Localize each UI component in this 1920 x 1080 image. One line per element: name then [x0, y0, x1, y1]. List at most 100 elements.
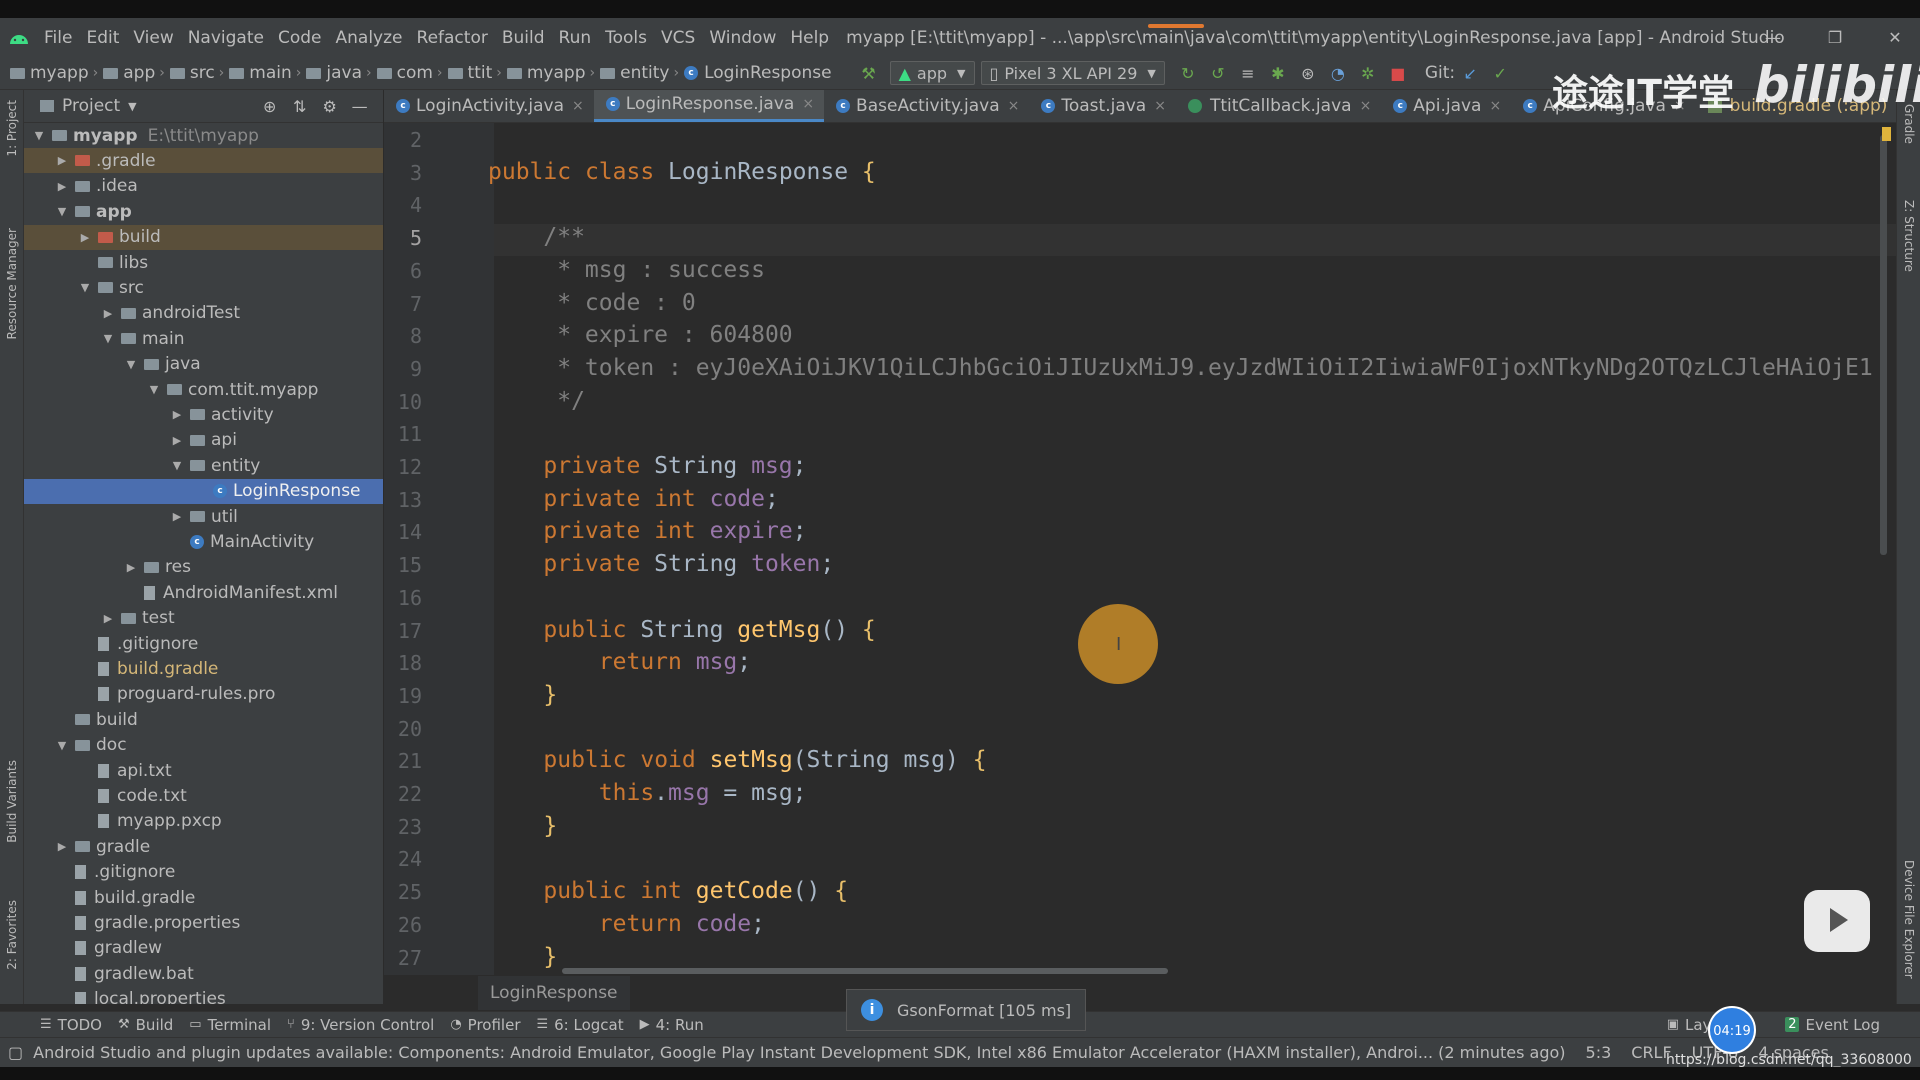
tree-item-entity[interactable]: ▼ entity: [24, 453, 383, 478]
menu-analyze[interactable]: Analyze: [329, 28, 410, 48]
tool-window-favorites[interactable]: 2: Favorites: [5, 900, 19, 970]
breadcrumb-main[interactable]: main ›: [229, 63, 306, 83]
tree-item-androidmanifest-xml[interactable]: AndroidManifest.xml: [24, 580, 383, 605]
code-line[interactable]: this.msg = msg;: [488, 777, 807, 809]
tree-item-myapp[interactable]: ▼ myapp E:\ttit\myapp: [24, 123, 383, 148]
menu-file[interactable]: File: [37, 28, 79, 48]
breadcrumb-myapp[interactable]: myapp ›: [506, 63, 600, 83]
expanded-arrow-icon[interactable]: ▼: [147, 383, 161, 396]
menu-window[interactable]: Window: [702, 28, 783, 48]
collapsed-arrow-icon[interactable]: ▶: [78, 231, 92, 244]
tree-item-mainactivity[interactable]: c MainActivity: [24, 529, 383, 554]
breadcrumb-loginresponse[interactable]: c LoginResponse: [684, 63, 832, 83]
tree-item-main[interactable]: ▼ main: [24, 326, 383, 351]
event-log-button[interactable]: 2 Event Log: [1785, 1016, 1880, 1034]
code-line[interactable]: public int getCode() {: [488, 875, 848, 907]
tree-item-libs[interactable]: libs: [24, 250, 383, 275]
expanded-arrow-icon[interactable]: ▼: [55, 205, 69, 218]
run-config-select[interactable]: ▲ app ▼: [889, 61, 975, 85]
breadcrumb-ttit[interactable]: ttit ›: [447, 63, 507, 83]
tab-loginresponse-java[interactable]: c LoginResponse.java ×: [593, 90, 825, 122]
code-line[interactable]: public String getMsg() {: [488, 614, 875, 646]
locate-icon[interactable]: ⊕: [255, 93, 285, 119]
menu-tools[interactable]: Tools: [598, 28, 654, 48]
tree-item-doc[interactable]: ▼ doc: [24, 733, 383, 758]
tool-window-structure[interactable]: Z: Structure: [1902, 200, 1916, 272]
code-line[interactable]: public void setMsg(String msg) {: [488, 744, 986, 776]
breadcrumb-src[interactable]: src ›: [169, 63, 229, 83]
profile-icon[interactable]: ⊛: [1293, 60, 1323, 86]
tree-item-androidtest[interactable]: ▶ androidTest: [24, 301, 383, 326]
expanded-arrow-icon[interactable]: ▼: [124, 358, 138, 371]
tree-item--gitignore[interactable]: .gitignore: [24, 860, 383, 885]
tree-item-gradlew[interactable]: gradlew: [24, 936, 383, 961]
tree-item-api[interactable]: ▶ api: [24, 428, 383, 453]
close-tab-icon[interactable]: ×: [1154, 98, 1166, 114]
tool-window-device-file-explorer[interactable]: Device File Explorer: [1902, 860, 1916, 979]
code-line[interactable]: }: [488, 941, 557, 973]
tree-item-java[interactable]: ▼ java: [24, 352, 383, 377]
tab-loginactivity-java[interactable]: c LoginActivity.java ×: [384, 90, 594, 122]
code-line[interactable]: * token : eyJ0eXAiOiJKV1QiLCJhbGciOiJIUz…: [488, 352, 1872, 384]
code-line[interactable]: }: [488, 679, 557, 711]
breadcrumb-class[interactable]: LoginResponse: [490, 983, 618, 1003]
code-line[interactable]: private int code;: [488, 483, 778, 515]
tree-item-gradle-properties[interactable]: gradle.properties: [24, 910, 383, 935]
tool-button-terminal[interactable]: ▭ Terminal: [189, 1016, 271, 1034]
close-tab-icon[interactable]: ×: [1360, 98, 1372, 114]
close-tab-icon[interactable]: ×: [572, 98, 584, 114]
collapsed-arrow-icon[interactable]: ▶: [101, 307, 115, 320]
tree-item-util[interactable]: ▶ util: [24, 504, 383, 529]
menu-vcs[interactable]: VCS: [654, 28, 702, 48]
collapsed-arrow-icon[interactable]: ▶: [170, 510, 184, 523]
expanded-arrow-icon[interactable]: ▼: [32, 129, 46, 142]
tab-api-java[interactable]: c Api.java ×: [1381, 90, 1511, 122]
plugin-toast[interactable]: i GsonFormat [105 ms]: [846, 989, 1087, 1031]
attach-debugger-icon[interactable]: ✲: [1353, 60, 1383, 86]
tree-item-res[interactable]: ▶ res: [24, 555, 383, 580]
tree-item-api-txt[interactable]: api.txt: [24, 758, 383, 783]
code-line[interactable]: private int expire;: [488, 515, 806, 547]
tree-item-proguard-rules-pro[interactable]: proguard-rules.pro: [24, 682, 383, 707]
project-view-select[interactable]: Project: [62, 96, 120, 116]
code-line[interactable]: private String token;: [488, 548, 834, 580]
tree-item-myapp-pxcp[interactable]: myapp.pxcp: [24, 809, 383, 834]
tab-toast-java[interactable]: c Toast.java ×: [1029, 90, 1176, 122]
status-message[interactable]: Android Studio and plugin updates availa…: [33, 1043, 1565, 1062]
collapsed-arrow-icon[interactable]: ▶: [124, 561, 138, 574]
apply-code-changes-icon[interactable]: ↺: [1203, 60, 1233, 86]
tree-item-loginresponse[interactable]: c LoginResponse: [24, 478, 383, 504]
close-tab-icon[interactable]: ×: [1008, 98, 1020, 114]
collapsed-arrow-icon[interactable]: ▶: [55, 840, 69, 853]
tree-item-com-ttit-myapp[interactable]: ▼ com.ttit.myapp: [24, 377, 383, 402]
collapsed-arrow-icon[interactable]: ▶: [101, 612, 115, 625]
apply-changes-icon[interactable]: ↻: [1173, 60, 1203, 86]
code-line[interactable]: public class LoginResponse {: [488, 156, 876, 188]
menu-help[interactable]: Help: [783, 28, 836, 48]
expanded-arrow-icon[interactable]: ▼: [55, 739, 69, 752]
tool-button-profiler[interactable]: ◔ Profiler: [450, 1016, 520, 1034]
tree-item-test[interactable]: ▶ test: [24, 606, 383, 631]
breadcrumb-java[interactable]: java ›: [306, 63, 376, 83]
tree-item--idea[interactable]: ▶ .idea: [24, 174, 383, 199]
code-line[interactable]: * msg : success: [488, 254, 765, 286]
tree-item--gradle[interactable]: ▶ .gradle: [24, 148, 383, 174]
tool-window-build-variants[interactable]: Build Variants: [5, 760, 19, 843]
code-line[interactable]: private String msg;: [488, 450, 806, 482]
menu-run[interactable]: Run: [552, 28, 599, 48]
device-select[interactable]: ▯ Pixel 3 XL API 29 ▼: [980, 61, 1165, 85]
tree-item-local-properties[interactable]: local.properties: [24, 987, 383, 1004]
collapsed-arrow-icon[interactable]: ▶: [55, 154, 69, 167]
stop-icon[interactable]: ■: [1383, 60, 1413, 86]
code-line[interactable]: /**: [488, 221, 585, 253]
tool-window-resource-manager[interactable]: Resource Manager: [5, 228, 19, 339]
tab-ttitcallback-java[interactable]: TtitCallback.java ×: [1176, 90, 1381, 122]
editor-vertical-scrollbar[interactable]: [1880, 135, 1887, 555]
breadcrumb-app[interactable]: app ›: [103, 63, 170, 83]
tree-item-gradlew-bat[interactable]: gradlew.bat: [24, 961, 383, 986]
close-icon[interactable]: ✕: [1870, 18, 1920, 57]
editor-horizontal-scrollbar[interactable]: [562, 968, 1168, 974]
tree-item-code-txt[interactable]: code.txt: [24, 783, 383, 808]
tree-item-build-gradle[interactable]: build.gradle: [24, 656, 383, 681]
hide-panel-icon[interactable]: —: [345, 93, 375, 119]
